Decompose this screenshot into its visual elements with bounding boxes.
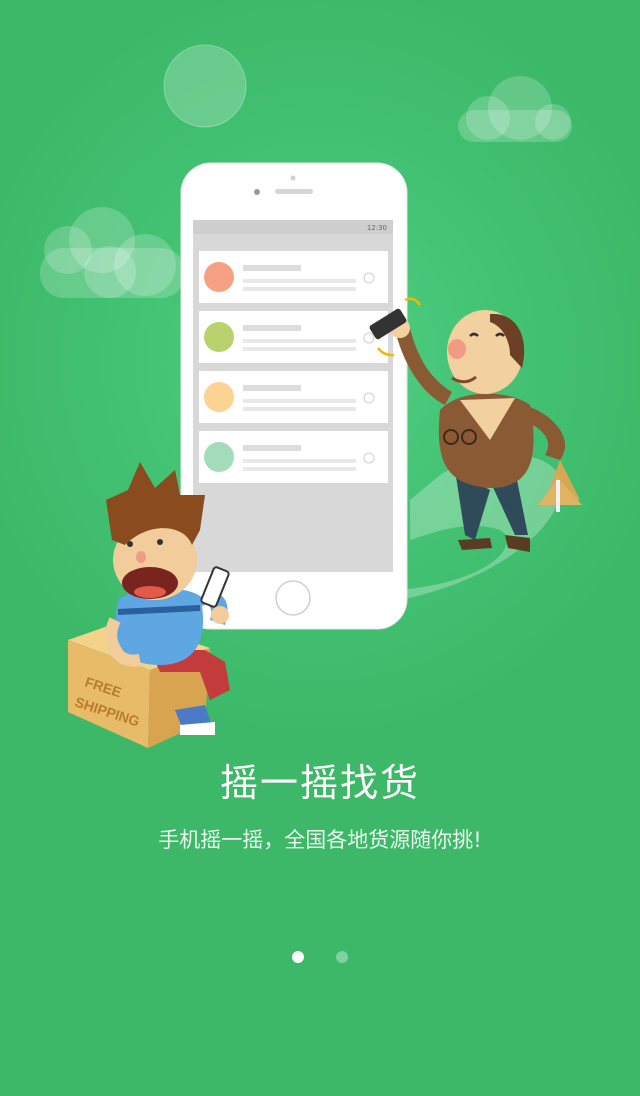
onboarding-illustration: 12:30 FREE SHIPPING	[40, 44, 582, 748]
list-card-4	[199, 431, 388, 483]
cloud-right	[458, 76, 572, 142]
phone-status-time: 12:30	[367, 224, 387, 232]
phone-mockup: 12:30	[180, 162, 408, 630]
list-card-1	[199, 251, 388, 303]
list-avatar-1	[204, 262, 234, 292]
bubble-decoration	[163, 44, 247, 128]
page-indicator	[0, 948, 640, 967]
list-avatar-2	[204, 322, 234, 352]
list-avatar-3	[204, 382, 234, 412]
cloud-left	[40, 207, 185, 298]
list-avatar-4	[204, 442, 234, 472]
page-subtitle: 手机摇一摇，全国各地货源随你挑!	[158, 828, 482, 852]
page-dot-1[interactable]	[292, 951, 305, 963]
page-title: 摇一摇找货	[219, 761, 420, 805]
page-dot-2[interactable]	[335, 951, 348, 963]
home-button	[275, 580, 311, 616]
list-card-2	[199, 311, 388, 363]
list-card-3	[199, 371, 388, 423]
